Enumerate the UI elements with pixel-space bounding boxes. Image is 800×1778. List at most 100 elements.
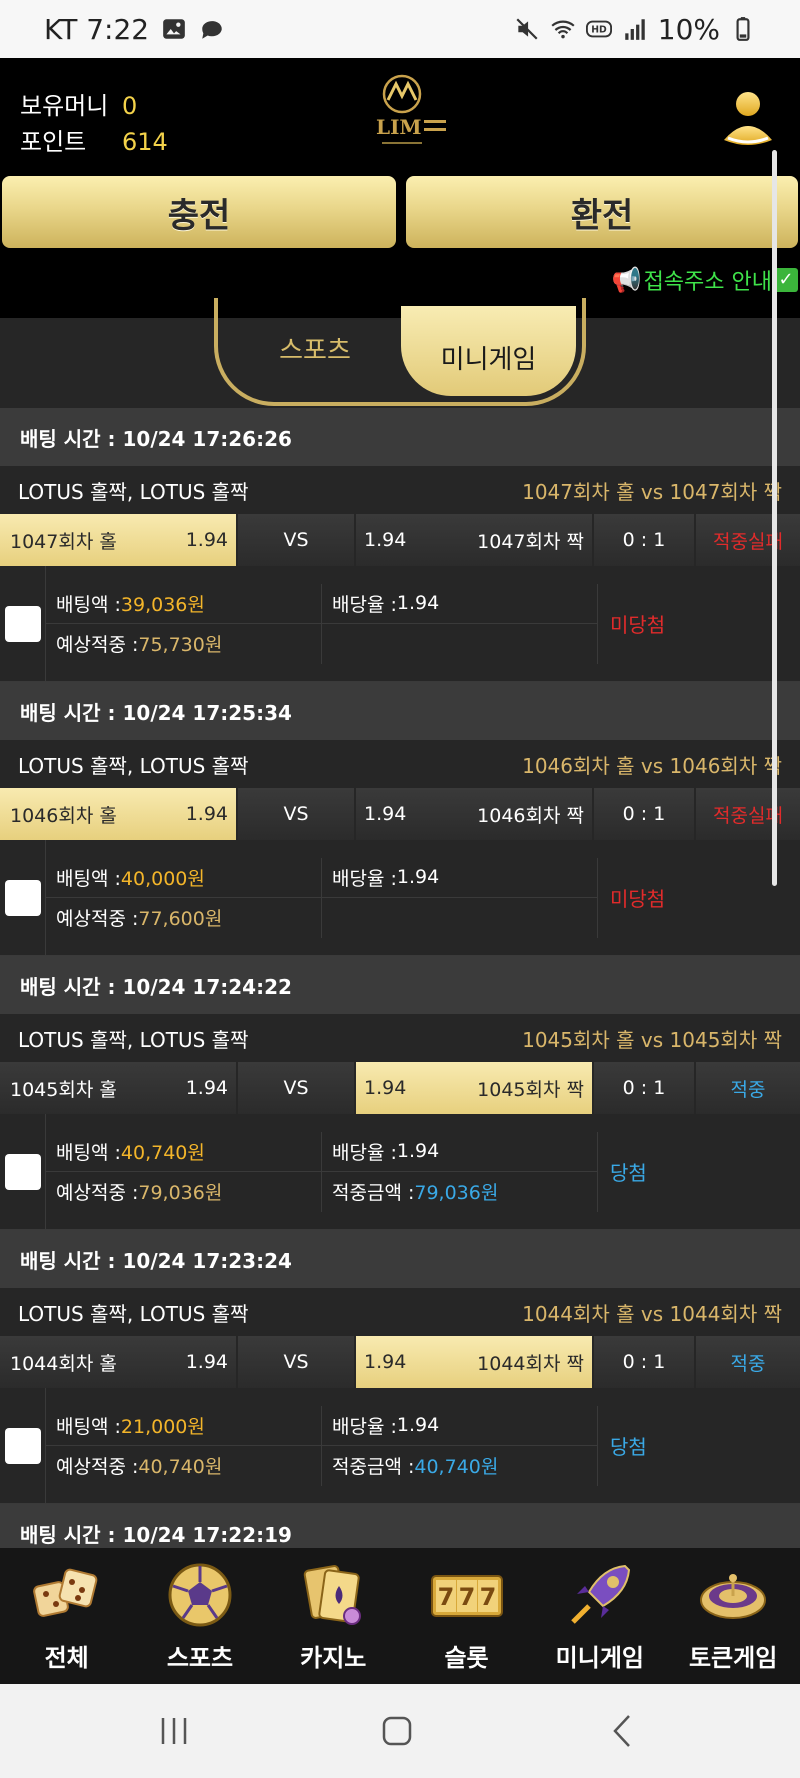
select-cell xyxy=(0,566,46,681)
odds-cell: 배당율 : 1.94 xyxy=(322,857,598,898)
odds-value: 1.94 xyxy=(396,1140,440,1162)
nav-label: 스포츠 xyxy=(166,1644,234,1672)
odds-value: 1.94 xyxy=(396,1414,440,1436)
exchange-button[interactable]: 환전 xyxy=(406,176,798,248)
expected-value: 79,036원 xyxy=(138,1182,223,1204)
bet-item: 배팅 시간 : 10/24 17:25:34 LOTUS 홀짝, LOTUS 홀… xyxy=(0,682,800,956)
bet-checkbox[interactable] xyxy=(4,879,41,916)
bet-amount-cell: 배팅액 : 39,036원 xyxy=(46,583,322,624)
bet-item: 배팅 시간 : 10/24 17:23:24 LOTUS 홀짝, LOTUS 홀… xyxy=(0,1230,800,1504)
bet-detail: 배팅액 : 21,000원 배당율 : 1.94 예상적중 : 40,740원 … xyxy=(0,1388,800,1504)
away-pick[interactable]: 1.94 1044회차 짝 xyxy=(356,1336,592,1388)
bet-item: 배팅 시간 : 10/24 17:22:19 xyxy=(0,1504,800,1548)
recent-apps-button[interactable] xyxy=(144,1708,204,1754)
back-icon xyxy=(613,1715,630,1747)
soccer-ball-icon xyxy=(168,1563,232,1627)
back-button[interactable] xyxy=(592,1708,652,1754)
carrier-time: KT 7:22 xyxy=(44,12,150,46)
bet-history-list: 배팅 시간 : 10/24 17:26:26 LOTUS 홀짝, LOTUS 홀… xyxy=(0,408,800,1548)
nav-label: 전체 xyxy=(44,1644,89,1672)
balance-value: 0 xyxy=(122,92,138,120)
away-label: 1047회차 짝 xyxy=(477,530,584,553)
bet-amount: 21,000원 xyxy=(120,1415,205,1438)
score: 0 : 1 xyxy=(594,1336,694,1388)
bet-time: 배팅 시간 : 10/24 17:22:19 xyxy=(0,1504,800,1548)
vs-cell: VS xyxy=(238,514,354,566)
payout-value: 40,740원 xyxy=(414,1456,499,1478)
bet-game-row: LOTUS 홀짝, LOTUS 홀짝 1045회차 홀 vs 1045회차 짝 xyxy=(0,1014,800,1062)
home-pick[interactable]: 1045회차 홀 1.94 xyxy=(0,1062,236,1114)
bet-time: 배팅 시간 : 10/24 17:24:22 xyxy=(0,956,800,1014)
home-button[interactable] xyxy=(367,1708,427,1754)
bet-amount-cell: 배팅액 : 40,000원 xyxy=(46,857,322,898)
bet-amount: 39,036원 xyxy=(120,593,205,616)
nav-label: 카지노 xyxy=(300,1644,367,1672)
bet-item: 배팅 시간 : 10/24 17:26:26 LOTUS 홀짝, LOTUS 홀… xyxy=(0,408,800,682)
cards-icon xyxy=(303,1565,362,1625)
odds-row: 1046회차 홀 1.94 VS 1.94 1046회차 짝 0 : 1 적중실패 xyxy=(0,788,800,840)
detail-grid: 배팅액 : 40,740원 배당율 : 1.94 예상적중 : 79,036원 … xyxy=(46,1131,598,1212)
tab-minigame[interactable]: 미니게임 xyxy=(401,306,576,396)
nav-token-game[interactable]: 토큰게임 xyxy=(666,1548,799,1684)
nav-all[interactable]: 전체 xyxy=(0,1548,133,1684)
bet-amount: 40,000원 xyxy=(120,867,205,890)
vs-cell: VS xyxy=(238,1336,354,1388)
away-label: 1044회차 짝 xyxy=(477,1352,584,1375)
away-pick[interactable]: 1.94 1046회차 짝 xyxy=(356,788,592,840)
nav-minigame[interactable]: 미니게임 xyxy=(533,1548,666,1684)
tab-sports[interactable]: 스포츠 xyxy=(250,318,380,378)
odds-cell: 배당율 : 1.94 xyxy=(322,1405,598,1446)
vs-cell: VS xyxy=(238,1062,354,1114)
win-status: 당첨 xyxy=(610,1435,647,1459)
expected-cell: 예상적중 : 77,600원 xyxy=(46,897,322,938)
home-pick[interactable]: 1047회차 홀 1.94 xyxy=(0,514,236,566)
bet-checkbox[interactable] xyxy=(4,605,41,642)
dice-icon xyxy=(32,1568,97,1617)
user-avatar-icon[interactable] xyxy=(720,88,776,148)
chat-icon xyxy=(202,21,222,39)
payout-cell: 적중금액 : 79,036원 xyxy=(322,1171,598,1212)
lim-logo[interactable]: LIM xyxy=(352,72,452,152)
odds-cell: 배당율 : 1.94 xyxy=(322,583,598,624)
svg-text:7: 7 xyxy=(458,1583,475,1611)
game-name: LOTUS 홀짝, LOTUS 홀짝 xyxy=(18,753,249,778)
bet-amount-cell: 배팅액 : 40,740원 xyxy=(46,1131,322,1172)
home-pick[interactable]: 1044회차 홀 1.94 xyxy=(0,1336,236,1388)
bet-amount: 40,740원 xyxy=(120,1141,205,1164)
bet-detail: 배팅액 : 40,000원 배당율 : 1.94 예상적중 : 77,600원 … xyxy=(0,840,800,956)
nav-casino[interactable]: 카지노 xyxy=(267,1548,400,1684)
payout-cell: 적중금액 : 40,740원 xyxy=(322,1445,598,1486)
bet-detail: 배팅액 : 39,036원 배당율 : 1.94 예상적중 : 75,730원 … xyxy=(0,566,800,682)
select-cell xyxy=(0,1388,46,1503)
bet-checkbox[interactable] xyxy=(4,1427,41,1464)
status-bar: KT 7:22 HD 10% xyxy=(0,0,800,58)
away-odds: 1.94 xyxy=(364,1351,407,1373)
game-name: LOTUS 홀짝, LOTUS 홀짝 xyxy=(18,1301,249,1326)
vs-cell: VS xyxy=(238,788,354,840)
away-pick[interactable]: 1.94 1047회차 짝 xyxy=(356,514,592,566)
access-address-notice[interactable]: 📢 접속주소 안내 ✓ xyxy=(612,264,798,296)
win-status: 미당첨 xyxy=(610,887,666,911)
nav-slot[interactable]: 7 7 7 슬롯 xyxy=(400,1548,533,1684)
odds-row: 1047회차 홀 1.94 VS 1.94 1047회차 짝 0 : 1 적중실패 xyxy=(0,514,800,566)
svg-text:7: 7 xyxy=(479,1583,496,1611)
away-odds: 1.94 xyxy=(364,1077,407,1099)
nav-label: 슬롯 xyxy=(444,1644,489,1672)
expected-value: 77,600원 xyxy=(138,908,223,930)
nav-sports[interactable]: 스포츠 xyxy=(133,1548,266,1684)
away-label: 1045회차 짝 xyxy=(477,1078,584,1101)
home-pick[interactable]: 1046회차 홀 1.94 xyxy=(0,788,236,840)
result-badge: 적중실패 xyxy=(696,514,800,566)
charge-button[interactable]: 충전 xyxy=(2,176,396,248)
away-pick[interactable]: 1.94 1045회차 짝 xyxy=(356,1062,592,1114)
result-badge: 적중 xyxy=(696,1062,800,1114)
svg-text:7: 7 xyxy=(437,1583,454,1611)
odds-value: 1.94 xyxy=(396,866,440,888)
mute-icon xyxy=(516,18,538,40)
bet-time: 배팅 시간 : 10/24 17:25:34 xyxy=(0,682,800,740)
scrollbar-thumb[interactable] xyxy=(772,150,777,886)
bet-checkbox[interactable] xyxy=(4,1153,41,1190)
away-label: 1046회차 짝 xyxy=(477,804,584,827)
wifi-icon xyxy=(551,20,575,39)
expected-value: 40,740원 xyxy=(138,1456,223,1478)
